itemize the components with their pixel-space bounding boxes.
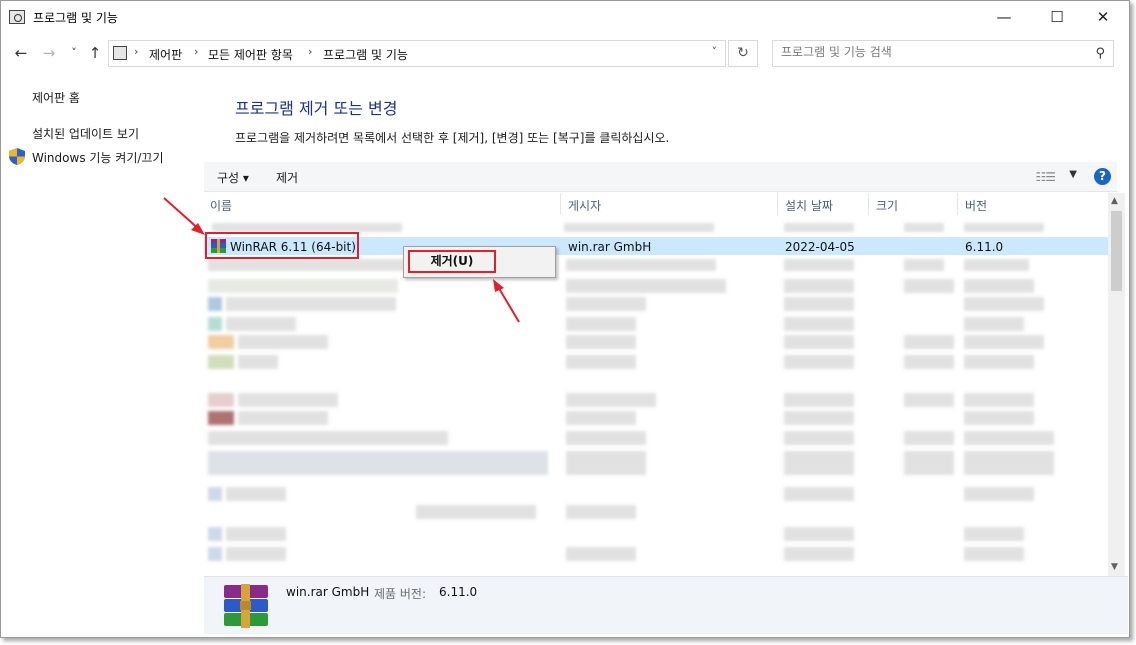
column-header-name[interactable]: 이름 [204,193,561,215]
breadcrumb-programs[interactable]: 프로그램 및 기능 [323,46,408,63]
sort-indicator-icon: ˅ [818,193,823,198]
details-publisher: win.rar GmbH [286,585,370,599]
context-menu-uninstall[interactable]: 제거(U) [408,250,496,273]
arrow-to-row-icon [163,197,202,232]
address-bar[interactable]: › 제어판 › 모든 제어판 항목 › 프로그램 및 기능 ˅ [108,40,726,67]
back-button[interactable]: ← [11,43,31,63]
column-header-install-date[interactable]: 설치 날짜 [779,193,869,215]
scrollbar-thumb[interactable] [1111,211,1122,291]
details-pane: win.rar GmbH 제품 버전: 6.11.0 [204,576,1128,634]
column-header-size[interactable]: 크기 [870,193,958,215]
scroll-down-arrow-icon[interactable]: ▼ [1111,562,1118,572]
sidebar-item-home[interactable]: 제어판 홈 [32,89,80,106]
chevron-down-icon[interactable]: ˅ [712,45,718,58]
page-title: 프로그램 제거 또는 변경 [235,99,398,118]
view-details-icon[interactable]: ☷☰ [1035,170,1055,184]
organize-button[interactable]: 구성 ▾ [217,169,249,186]
highlight-box-winrar [205,232,359,259]
shield-icon [9,148,25,165]
details-version: 6.11.0 [439,585,478,599]
control-panel-icon [9,10,25,24]
command-bar: 구성 ▾ 제거 ☷☰ ▼ ? [204,162,1117,192]
window: 프로그램 및 기능 — ☐ ✕ ← → ˅ ↑ › 제어판 › 모든 제어판 항… [0,0,1130,638]
program-version: 6.11.0 [965,240,1004,254]
up-button[interactable]: ↑ [85,43,105,63]
search-input[interactable] [781,45,1081,59]
control-panel-icon [113,46,127,60]
uninstall-button[interactable]: 제거 [276,169,298,186]
search-icon[interactable]: ⚲ [1095,46,1105,61]
refresh-button[interactable]: ↻ [728,40,758,67]
breadcrumb-control-panel[interactable]: 제어판 [149,46,182,63]
close-button[interactable]: ✕ [1080,1,1126,33]
sidebar-item-windows-features[interactable]: Windows 기능 켜기/끄기 [32,149,163,166]
context-menu: 제거(U) [403,246,556,278]
chevron-right-icon: › [194,45,199,58]
recent-locations-button[interactable]: ˅ [64,43,84,63]
page-description: 프로그램을 제거하려면 목록에서 선택한 후 [제거], [변경] 또는 [복구… [235,131,670,145]
column-header-publisher[interactable]: 게시자 [562,193,778,215]
maximize-button[interactable]: ☐ [1034,1,1080,33]
window-title: 프로그램 및 기능 [33,11,118,25]
program-install-date: 2022-04-05 [785,240,855,254]
breadcrumb-all-items[interactable]: 모든 제어판 항목 [208,46,293,63]
chevron-right-icon: › [134,45,139,58]
chevron-right-icon: › [308,45,313,58]
column-header-version[interactable]: 버전 [959,193,1108,215]
winrar-icon [224,584,268,628]
program-publisher: win.rar GmbH [568,240,652,254]
chevron-down-icon[interactable]: ▼ [1069,169,1077,180]
scroll-up-arrow-icon[interactable]: ▲ [1111,196,1118,206]
forward-button[interactable]: → [39,43,59,63]
organize-label: 구성 [217,171,240,185]
vertical-scrollbar[interactable]: ▲ ▼ [1108,193,1125,576]
help-icon[interactable]: ? [1094,168,1111,185]
title-bar: 프로그램 및 기능 — ☐ ✕ [1,1,1129,33]
sidebar-item-updates[interactable]: 설치된 업데이트 보기 [32,125,139,142]
search-box[interactable]: ⚲ [772,40,1114,67]
address-row: ← → ˅ ↑ › 제어판 › 모든 제어판 항목 › 프로그램 및 기능 ˅ … [1,37,1129,69]
minimize-button[interactable]: — [981,1,1027,33]
details-version-label: 제품 버전: [374,587,427,601]
